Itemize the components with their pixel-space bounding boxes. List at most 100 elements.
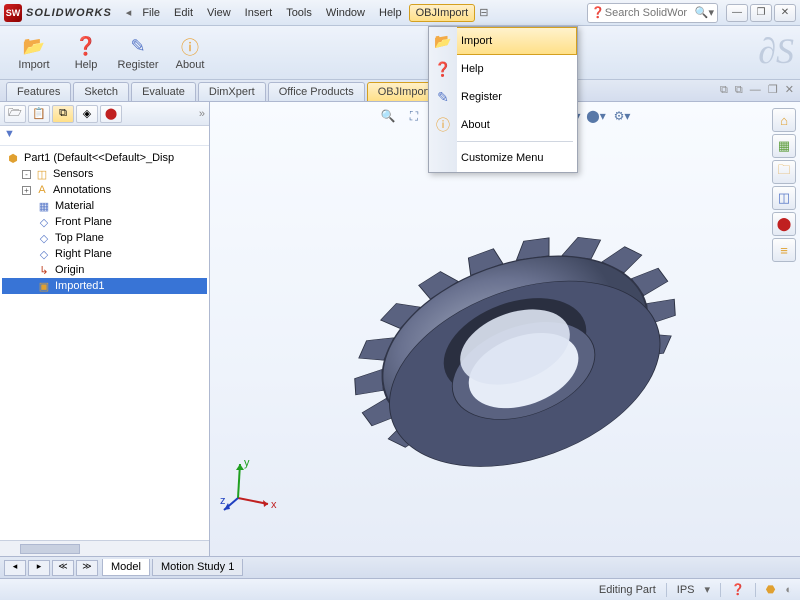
taskpane-view-palette-icon[interactable]: ◫ bbox=[772, 186, 796, 210]
tree-label: Sensors bbox=[53, 168, 93, 180]
dropdown-import[interactable]: 📂 Import bbox=[429, 27, 577, 55]
scene-icon[interactable]: ⬤▾ bbox=[585, 106, 607, 126]
toolbar-about-button[interactable]: ⓘ About bbox=[166, 33, 214, 73]
search-dropdown-icon[interactable]: ▾ bbox=[708, 6, 714, 19]
tree-tab-render-icon[interactable]: ⬤ bbox=[100, 105, 122, 123]
status-flag-icon[interactable]: ◐ bbox=[785, 584, 792, 596]
taskpane-file-explorer-icon[interactable]: 🗀 bbox=[772, 160, 796, 184]
taskpane-custom-props-icon[interactable]: ≡ bbox=[772, 238, 796, 262]
app-name: SOLIDWORKS bbox=[26, 7, 112, 19]
menu-edit[interactable]: Edit bbox=[167, 4, 200, 22]
tree-tab-feature-icon[interactable]: 🗁 bbox=[4, 105, 26, 123]
bottom-tab-last-icon[interactable]: ≫ bbox=[76, 560, 98, 576]
sidebar-scrollbar[interactable] bbox=[0, 540, 209, 556]
sidebar-overflow-icon[interactable]: » bbox=[199, 108, 205, 120]
tree-item-sensors[interactable]: -◫Sensors bbox=[2, 166, 207, 182]
bottom-tab-bar: ◂ ▸ ≪ ≫ Model Motion Study 1 bbox=[0, 556, 800, 578]
status-units[interactable]: IPS bbox=[677, 584, 695, 596]
tree-item-origin[interactable]: ↳Origin bbox=[2, 262, 207, 278]
status-help-icon[interactable]: ❓ bbox=[731, 583, 745, 596]
tree-item-annotations[interactable]: +AAnnotations bbox=[2, 182, 207, 198]
bottom-tab-next-icon[interactable]: ▸ bbox=[28, 560, 50, 576]
taskpane-appearances-icon[interactable]: ⬤ bbox=[772, 212, 796, 236]
tree-item-top-plane[interactable]: ◇Top Plane bbox=[2, 230, 207, 246]
tab-office-products[interactable]: Office Products bbox=[268, 82, 365, 101]
toolbar-label: Import bbox=[18, 59, 49, 71]
tree-label: Origin bbox=[55, 264, 84, 276]
tree-tab-property-icon[interactable]: 📋 bbox=[28, 105, 50, 123]
toolbar-import-button[interactable]: 📂 Import bbox=[10, 33, 58, 73]
menu-pin-icon[interactable]: ⊟ bbox=[475, 6, 492, 19]
mdi-prev-icon[interactable]: ⧉ bbox=[720, 84, 728, 96]
close-button[interactable]: ✕ bbox=[774, 4, 796, 22]
menu-file[interactable]: File bbox=[135, 4, 167, 22]
tree-root-part[interactable]: ⬢ Part1 (Default<<Default>_Disp bbox=[2, 150, 207, 166]
menu-insert[interactable]: Insert bbox=[238, 4, 280, 22]
search-input[interactable] bbox=[605, 7, 695, 19]
tree-node-icon: ◇ bbox=[37, 231, 51, 245]
menu-view[interactable]: View bbox=[200, 4, 238, 22]
view-triad[interactable]: x y z bbox=[220, 456, 280, 516]
dropdown-register[interactable]: ✎ Register bbox=[429, 83, 577, 111]
tree-filter[interactable]: ▼ bbox=[0, 126, 209, 146]
bottom-tab-prev-icon[interactable]: ◂ bbox=[4, 560, 26, 576]
tree-item-material-not-specified-[interactable]: ▦Material bbox=[2, 198, 207, 214]
toolbar-label: About bbox=[176, 59, 205, 71]
mdi-next-icon[interactable]: ⧉ bbox=[735, 84, 743, 96]
command-tabs: Features Sketch Evaluate DimXpert Office… bbox=[0, 80, 800, 102]
zoom-fit-icon[interactable]: 🔍 bbox=[377, 106, 399, 126]
app-logo: SW bbox=[4, 4, 22, 22]
bottom-tab-model[interactable]: Model bbox=[102, 559, 150, 576]
menu-scroll-left-icon[interactable]: ◂ bbox=[122, 6, 136, 19]
register-icon: ✎ bbox=[126, 35, 150, 59]
search-icon[interactable]: 🔍 bbox=[695, 6, 709, 19]
zoom-area-icon[interactable]: ⛶ bbox=[403, 106, 425, 126]
help-icon: ❓ bbox=[433, 59, 453, 79]
dropdown-item-label: Customize Menu bbox=[461, 152, 544, 164]
view-settings-icon[interactable]: ⚙▾ bbox=[611, 106, 633, 126]
bottom-tab-motion-study[interactable]: Motion Study 1 bbox=[152, 559, 243, 576]
dropdown-help[interactable]: ❓ Help bbox=[429, 55, 577, 83]
command-toolbar: 📂 Import ❓ Help ✎ Register ⓘ About ∂S bbox=[0, 26, 800, 80]
menu-tools[interactable]: Tools bbox=[279, 4, 319, 22]
tab-evaluate[interactable]: Evaluate bbox=[131, 82, 196, 101]
bottom-tab-first-icon[interactable]: ≪ bbox=[52, 560, 74, 576]
tab-dimxpert[interactable]: DimXpert bbox=[198, 82, 266, 101]
taskpane-resources-icon[interactable]: ⌂ bbox=[772, 108, 796, 132]
menu-window[interactable]: Window bbox=[319, 4, 372, 22]
search-box[interactable]: ❓ 🔍 ▾ bbox=[587, 3, 718, 23]
expand-icon[interactable]: - bbox=[22, 170, 31, 179]
window-controls: — ❐ ✕ bbox=[726, 4, 796, 22]
feature-tree: ⬢ Part1 (Default<<Default>_Disp -◫Sensor… bbox=[0, 146, 209, 540]
tab-features[interactable]: Features bbox=[6, 82, 71, 101]
mdi-minimize-icon[interactable]: — bbox=[750, 84, 761, 96]
tree-tab-dim-icon[interactable]: ◈ bbox=[76, 105, 98, 123]
tree-tab-config-icon[interactable]: ⧉ bbox=[52, 105, 74, 123]
menu-help[interactable]: Help bbox=[372, 4, 409, 22]
toolbar-register-button[interactable]: ✎ Register bbox=[114, 33, 162, 73]
tree-node-icon: ◇ bbox=[37, 215, 51, 229]
status-rebuild-icon[interactable]: ⬣ bbox=[766, 583, 776, 596]
tree-label: Part1 (Default<<Default>_Disp bbox=[24, 152, 174, 164]
menu-objimport[interactable]: OBJImport bbox=[409, 4, 476, 22]
mdi-close-icon[interactable]: ✕ bbox=[785, 84, 794, 96]
dropdown-about[interactable]: ⓘ About bbox=[429, 111, 577, 139]
toolbar-help-button[interactable]: ❓ Help bbox=[62, 33, 110, 73]
expand-icon[interactable]: + bbox=[22, 186, 31, 195]
mdi-restore-icon[interactable]: ❐ bbox=[768, 84, 778, 96]
folder-open-icon: 📂 bbox=[22, 35, 46, 59]
tree-item-right-plane[interactable]: ◇Right Plane bbox=[2, 246, 207, 262]
tree-item-front-plane[interactable]: ◇Front Plane bbox=[2, 214, 207, 230]
status-units-dropdown-icon[interactable]: ▾ bbox=[705, 583, 711, 596]
maximize-button[interactable]: ❐ bbox=[750, 4, 772, 22]
tab-sketch[interactable]: Sketch bbox=[73, 82, 129, 101]
svg-text:y: y bbox=[244, 457, 250, 469]
tree-item-imported1[interactable]: ▣Imported1 bbox=[2, 278, 207, 294]
brand-swirl-icon: ∂S bbox=[758, 30, 794, 72]
main-area: 🗁 📋 ⧉ ◈ ⬤ » ▼ ⬢ Part1 (Default<<Default>… bbox=[0, 102, 800, 556]
folder-open-icon: 📂 bbox=[433, 31, 453, 51]
taskpane-design-library-icon[interactable]: ▦ bbox=[772, 134, 796, 158]
tree-node-icon: A bbox=[35, 183, 49, 197]
tree-node-icon: ◇ bbox=[37, 247, 51, 261]
minimize-button[interactable]: — bbox=[726, 4, 748, 22]
